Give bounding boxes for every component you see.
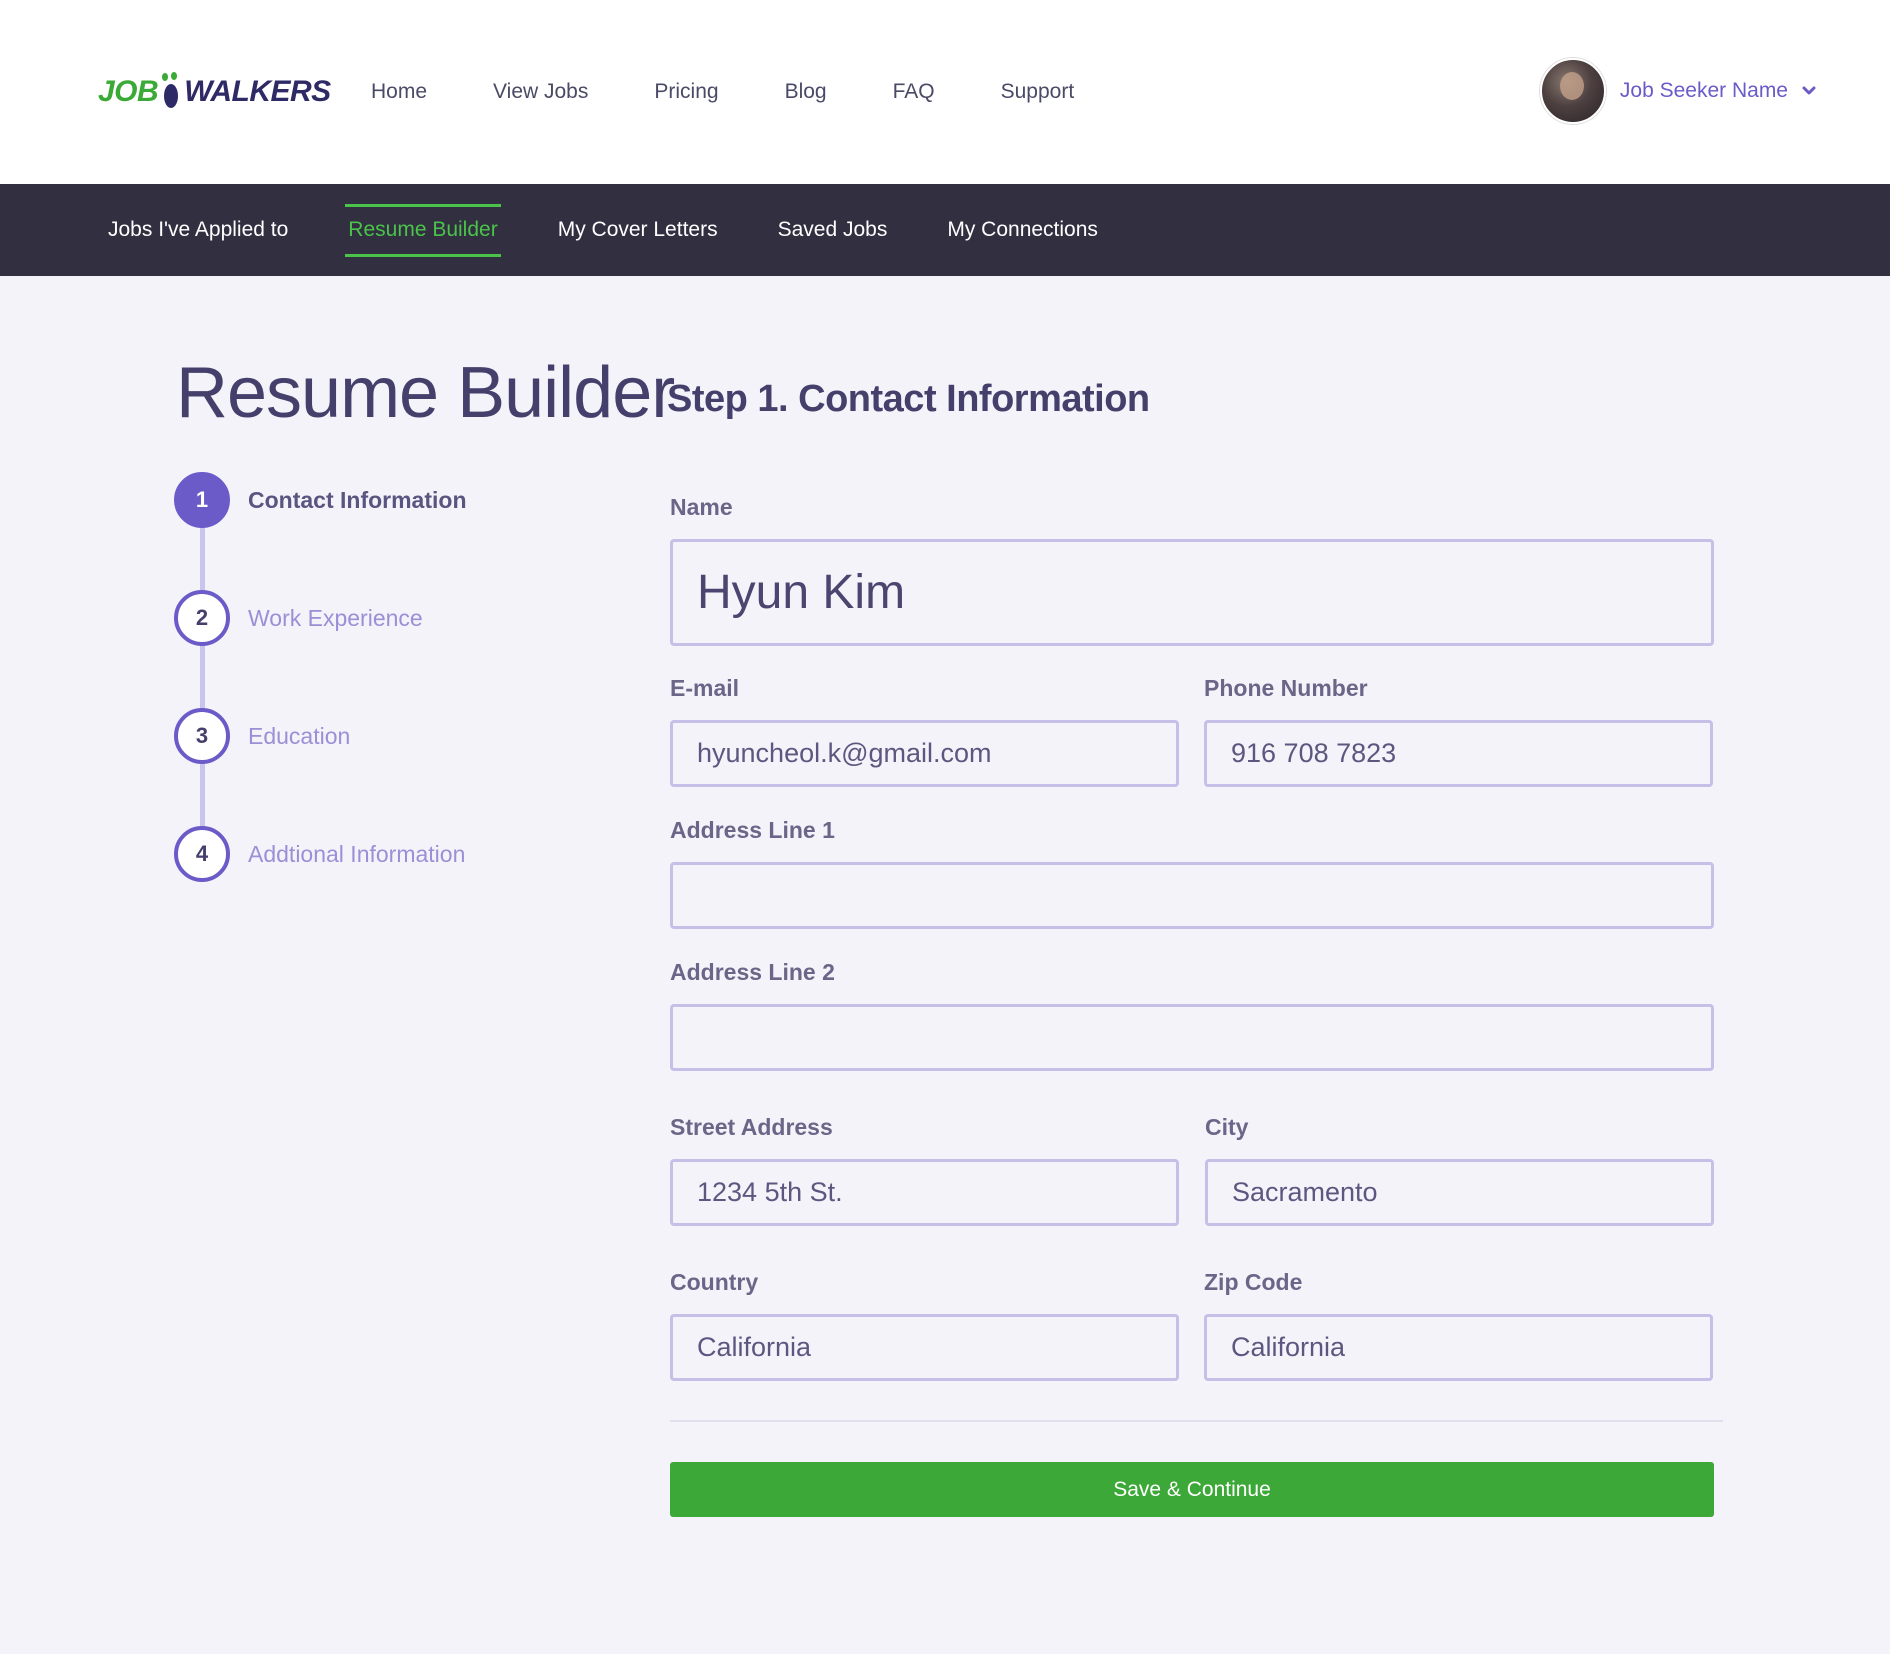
tab-my-connections[interactable]: My Connections [944,184,1101,276]
phone-field[interactable]: 916 708 7823 [1204,720,1713,787]
street-address-field[interactable]: 1234 5th St. [670,1159,1179,1226]
address-line-1-label: Address Line 1 [670,817,835,843]
step-number-badge: 4 [174,826,230,882]
nav-home[interactable]: Home [371,74,427,110]
email-label: E-mail [670,675,740,701]
city-label: City [1205,1114,1249,1140]
user-menu[interactable]: Job Seeker Name [1539,58,1816,124]
address-line-1-field[interactable] [670,862,1714,929]
city-field[interactable]: Sacramento [1205,1159,1714,1226]
phone-label: Phone Number [1204,675,1368,701]
nav-pricing[interactable]: Pricing [654,74,718,110]
address-line-2-label: Address Line 2 [670,959,835,985]
save-continue-button[interactable]: Save & Continue [670,1462,1714,1517]
nav-blog[interactable]: Blog [785,74,827,110]
country-label: Country [670,1269,759,1295]
nav-view-jobs[interactable]: View Jobs [493,74,588,110]
footprint-icon [160,72,182,112]
step-label: Work Experience [248,604,423,631]
logo-text-job: JOB [98,75,159,108]
nav-faq[interactable]: FAQ [893,74,935,110]
step-connector-line [200,528,205,848]
step-number-badge: 2 [174,590,230,646]
top-header: JOB WALKERS Home View Jobs Pricing Blog … [0,0,1890,184]
main-nav: Home View Jobs Pricing Blog FAQ Support [371,74,1140,110]
step-number-badge: 1 [174,472,230,528]
tab-cover-letters[interactable]: My Cover Letters [555,184,721,276]
logo-text-walkers: WALKERS [184,75,331,108]
country-field[interactable]: California [670,1314,1179,1381]
step-label: Contact Information [248,486,467,513]
form-divider [670,1420,1723,1422]
step-additional-information[interactable]: 4 Addtional Information [174,826,465,882]
step-contact-information[interactable]: 1 Contact Information [174,472,467,528]
nav-support[interactable]: Support [1001,74,1075,110]
email-field[interactable]: hyuncheol.k@gmail.com [670,720,1179,787]
step-label: Education [248,722,351,749]
zip-code-field[interactable]: California [1204,1314,1713,1381]
sub-nav: Jobs I've Applied to Resume Builder My C… [0,184,1890,276]
tab-jobs-applied[interactable]: Jobs I've Applied to [105,184,291,276]
avatar[interactable] [1539,58,1606,124]
tab-resume-builder[interactable]: Resume Builder [345,184,502,276]
step-label: Addtional Information [248,840,466,867]
address-line-2-field[interactable] [670,1004,1714,1071]
step-education[interactable]: 3 Education [174,708,350,764]
jobwalkers-logo[interactable]: JOB WALKERS [98,70,331,114]
step-heading: Step 1. Contact Information [667,378,1150,420]
tab-saved-jobs[interactable]: Saved Jobs [775,184,891,276]
user-name[interactable]: Job Seeker Name [1620,79,1788,103]
step-work-experience[interactable]: 2 Work Experience [174,590,423,646]
zip-code-label: Zip Code [1204,1269,1303,1295]
page-title: Resume Builder [176,353,675,433]
chevron-down-icon[interactable] [1802,84,1816,98]
name-label: Name [670,494,733,520]
street-address-label: Street Address [670,1114,833,1140]
step-number-badge: 3 [174,708,230,764]
name-field[interactable]: Hyun Kim [670,539,1714,646]
